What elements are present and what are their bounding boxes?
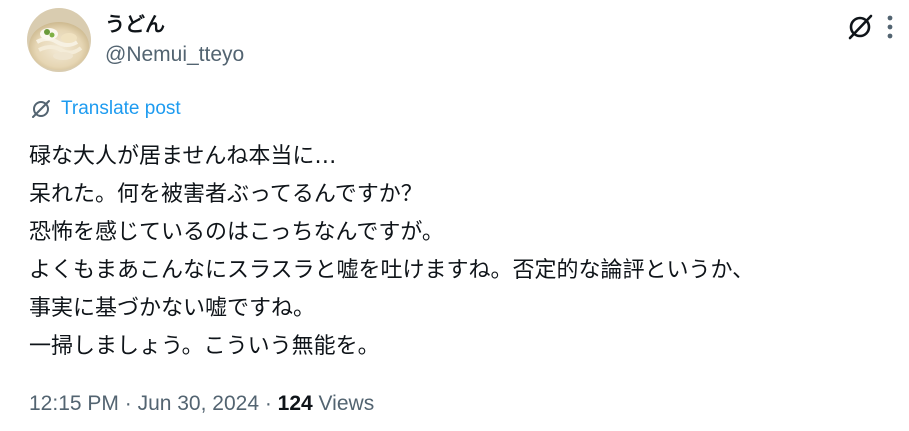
avatar[interactable]	[27, 8, 91, 72]
post-metadata: 12:15 PM · Jun 30, 2024 · 124 Views	[29, 390, 374, 418]
post-text-line: 事実に基づかない嘘ですね。	[29, 296, 316, 321]
post-text-line: 呆れた。何を被害者ぶってるんですか？	[29, 182, 423, 207]
post-text-line: よくもまあこんなにスラスラと嘘を吐けますね。否定的な論評というか、	[29, 258, 755, 283]
tweet-card: うどん @Nemui_tteyo Translate post 碌な大人が居ませ…	[0, 0, 909, 431]
post-text: 碌な大人が居ませんね本当に… 呆れた。何を被害者ぶってるんですか？ 恐怖を感じて…	[29, 138, 889, 366]
post-time[interactable]: 12:15 PM	[29, 392, 119, 415]
post-text-line: 碌な大人が居ませんね本当に…	[29, 144, 337, 169]
views-count: 124	[277, 392, 313, 415]
post-text-line: 一掃しましょう。こういう無能を。	[29, 334, 380, 359]
more-options-icon[interactable]	[887, 14, 893, 40]
translate-icon	[32, 100, 50, 118]
post-date[interactable]: Jun 30, 2024	[138, 392, 259, 415]
grok-icon[interactable]	[845, 12, 875, 42]
meta-separator: ·	[259, 392, 278, 415]
views-label: Views	[312, 392, 375, 415]
post-text-line: 恐怖を感じているのはこっちなんですが。	[29, 220, 444, 245]
avatar-image	[27, 8, 91, 72]
translate-post-label: Translate post	[61, 98, 181, 119]
author-handle[interactable]: @Nemui_tteyo	[105, 41, 244, 69]
meta-separator: ·	[118, 392, 138, 415]
translate-post-link[interactable]: Translate post	[29, 96, 181, 122]
author-display-name[interactable]: うどん	[105, 10, 165, 38]
